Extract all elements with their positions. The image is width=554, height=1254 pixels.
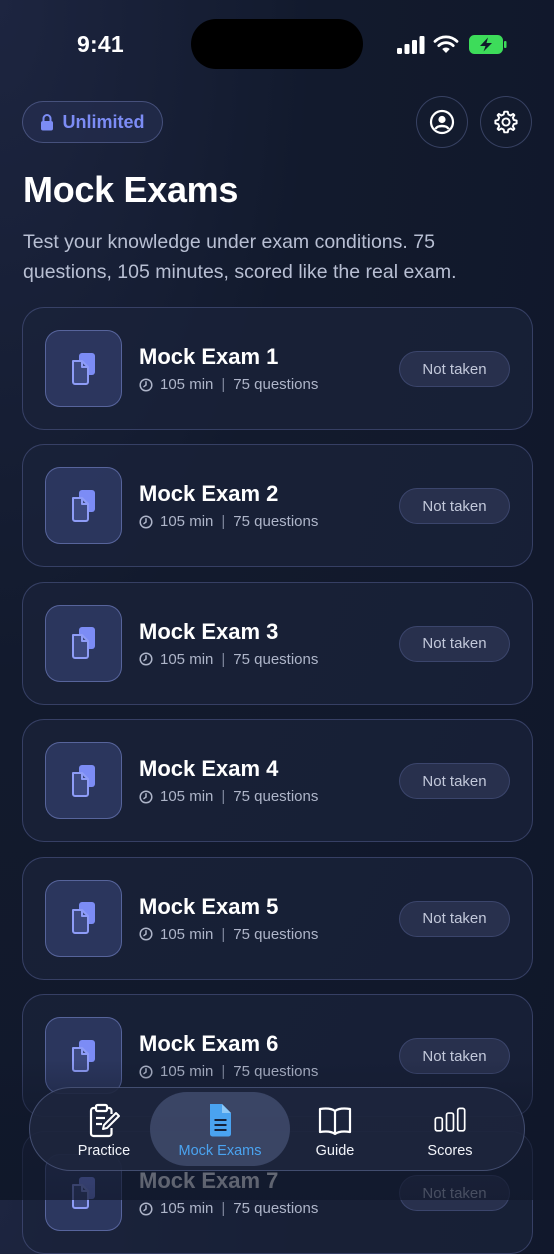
exam-question-count: 75 questions bbox=[233, 1063, 319, 1080]
lock-icon bbox=[41, 114, 54, 131]
page-subtitle: Test your knowledge under exam condition… bbox=[23, 231, 457, 283]
exam-duration: 105 min bbox=[160, 650, 214, 668]
status-time: 9:41 bbox=[77, 31, 124, 57]
exam-card[interactable]: Mock Exam 5 105 min | 75 questions Not taken bbox=[22, 856, 533, 980]
battery-charging-icon bbox=[469, 35, 507, 54]
documents-icon bbox=[71, 627, 95, 660]
meta-separator: | bbox=[221, 650, 226, 668]
meta-separator: | bbox=[221, 788, 226, 806]
plan-label: Unlimited bbox=[62, 111, 145, 132]
exam-meta: 105 min | 75 questions bbox=[139, 376, 318, 393]
tab-mock-exams-label: Mock Exams bbox=[178, 1143, 262, 1159]
exam-meta: 105 min | 75 questions bbox=[139, 651, 318, 668]
gear-icon bbox=[494, 110, 518, 134]
meta-separator: | bbox=[221, 1200, 226, 1218]
exam-question-count: 75 questions bbox=[233, 925, 319, 943]
exam-meta: 105 min | 75 questions bbox=[139, 513, 318, 530]
clock-icon bbox=[139, 515, 153, 529]
clock-icon bbox=[139, 927, 153, 941]
exam-status-badge: Not taken bbox=[399, 351, 510, 387]
profile-button[interactable] bbox=[416, 96, 468, 148]
meta-separator: | bbox=[221, 1063, 226, 1080]
exam-card[interactable]: Mock Exam 4 105 min | 75 questions Not taken bbox=[22, 719, 533, 843]
status-bar: 9:41 bbox=[0, 0, 554, 90]
exam-icon-tile bbox=[45, 879, 122, 957]
exam-duration: 105 min bbox=[160, 1063, 214, 1080]
exam-duration: 105 min bbox=[160, 376, 214, 393]
settings-button[interactable] bbox=[480, 96, 532, 148]
tab-scores-label: Scores bbox=[427, 1143, 473, 1159]
meta-separator: | bbox=[221, 376, 226, 393]
exam-meta: 105 min | 75 questions bbox=[139, 1200, 318, 1217]
exam-duration: 105 min bbox=[160, 513, 214, 531]
clock-icon bbox=[139, 377, 153, 392]
exam-title: Mock Exam 4 bbox=[139, 756, 279, 782]
header-row: Unlimited bbox=[22, 96, 532, 148]
exam-meta: 105 min | 75 questions bbox=[139, 788, 318, 805]
exam-question-count: 75 questions bbox=[233, 1200, 319, 1218]
exam-question-count: 75 questions bbox=[233, 650, 319, 668]
clock-icon bbox=[139, 1202, 153, 1216]
exam-question-count: 75 questions bbox=[233, 376, 319, 393]
exam-icon-tile bbox=[45, 1017, 122, 1094]
exam-icon-tile bbox=[45, 330, 122, 407]
book-icon bbox=[318, 1107, 352, 1136]
clock-icon bbox=[139, 790, 153, 804]
document-icon bbox=[210, 1104, 231, 1137]
exam-status-badge: Not taken bbox=[399, 900, 510, 937]
documents-icon bbox=[71, 1039, 95, 1072]
exam-meta: 105 min | 75 questions bbox=[139, 1063, 318, 1080]
exam-question-count: 75 questions bbox=[233, 513, 319, 531]
documents-icon bbox=[71, 902, 95, 935]
exam-card[interactable]: Mock Exam 1 105 min | 75 questions Not taken bbox=[22, 307, 533, 430]
exam-title: Mock Exam 2 bbox=[139, 481, 279, 507]
exam-card[interactable]: Mock Exam 3 105 min | 75 questions Not taken bbox=[22, 581, 533, 705]
page-title: Mock Exams bbox=[23, 169, 239, 210]
wifi-icon bbox=[433, 35, 459, 53]
tab-guide-label: Guide bbox=[315, 1143, 355, 1159]
user-circle-icon bbox=[429, 109, 455, 135]
documents-icon bbox=[71, 352, 95, 385]
exam-status-badge: Not taken bbox=[399, 488, 510, 525]
tab-scores[interactable]: Scores bbox=[380, 1092, 520, 1166]
exam-meta: 105 min | 75 questions bbox=[139, 926, 318, 943]
tab-bar: Practice Mock Exams Guide Scores bbox=[29, 1087, 525, 1171]
exam-question-count: 75 questions bbox=[233, 788, 319, 806]
documents-icon bbox=[71, 1176, 95, 1209]
exam-duration: 105 min bbox=[160, 788, 214, 806]
dynamic-island bbox=[191, 19, 363, 69]
exam-duration: 105 min bbox=[160, 1200, 214, 1218]
meta-separator: | bbox=[221, 513, 226, 531]
documents-icon bbox=[71, 489, 95, 522]
plan-badge[interactable]: Unlimited bbox=[22, 101, 163, 143]
exam-status-badge: Not taken bbox=[399, 1175, 510, 1212]
exam-icon-tile bbox=[45, 604, 122, 682]
exam-icon-tile bbox=[45, 467, 122, 545]
exam-icon-tile bbox=[45, 742, 122, 820]
exam-title: Mock Exam 5 bbox=[139, 893, 279, 919]
cellular-signal-icon bbox=[397, 36, 425, 54]
exam-status-badge: Not taken bbox=[399, 625, 510, 662]
clock-icon bbox=[139, 652, 153, 666]
bar-chart-icon bbox=[434, 1107, 466, 1132]
clipboard-edit-icon bbox=[89, 1103, 120, 1138]
documents-icon bbox=[71, 764, 95, 797]
clock-icon bbox=[139, 1064, 153, 1079]
exam-card[interactable]: Mock Exam 2 105 min | 75 questions Not taken bbox=[22, 444, 533, 568]
exam-title: Mock Exam 3 bbox=[139, 618, 279, 644]
meta-separator: | bbox=[221, 925, 226, 943]
tab-practice-label: Practice bbox=[77, 1143, 131, 1159]
exam-duration: 105 min bbox=[160, 925, 214, 943]
exam-status-badge: Not taken bbox=[399, 763, 510, 800]
exam-status-badge: Not taken bbox=[399, 1038, 510, 1074]
exam-title: Mock Exam 7 bbox=[139, 1168, 279, 1194]
exam-title: Mock Exam 1 bbox=[139, 344, 279, 369]
exam-title: Mock Exam 6 bbox=[139, 1031, 279, 1056]
